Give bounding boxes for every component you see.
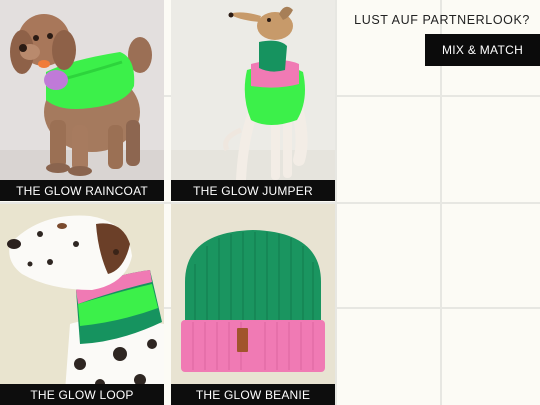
product-title[interactable]: THE GLOW LOOP [0, 384, 164, 405]
product-title[interactable]: THE GLOW BEANIE [171, 384, 335, 405]
dog-loop-photo [0, 204, 164, 405]
dog-jumper-photo [171, 0, 335, 201]
product-card-jumper[interactable]: THE GLOW JUMPER [171, 0, 335, 201]
mix-match-button[interactable]: MIX & MATCH [425, 34, 540, 66]
beanie-photo [171, 204, 335, 405]
promo-headline: LUST AUF PARTNERLOOK? [354, 13, 530, 27]
product-title[interactable]: THE GLOW JUMPER [171, 180, 335, 201]
product-card-loop[interactable]: THE GLOW LOOP [0, 204, 164, 405]
dog-raincoat-photo [0, 0, 164, 201]
product-card-beanie[interactable]: THE GLOW BEANIE [171, 204, 335, 405]
product-card-raincoat[interactable]: THE GLOW RAINCOAT [0, 0, 164, 201]
product-title[interactable]: THE GLOW RAINCOAT [0, 180, 164, 201]
